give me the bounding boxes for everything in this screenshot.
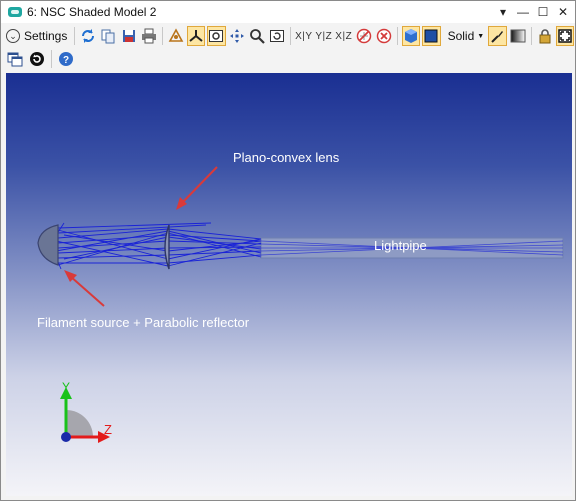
- chevron-down-icon: ▼: [477, 32, 485, 40]
- ray-bundle: [50, 222, 262, 270]
- render-mode-label: Solid: [447, 29, 475, 43]
- cancel-icon: [376, 28, 392, 44]
- close-button[interactable]: ✕: [553, 1, 573, 23]
- zoom-window-button[interactable]: [207, 26, 226, 46]
- clear-detectors-button[interactable]: [375, 26, 393, 46]
- shaded-model-scene: [37, 166, 564, 443]
- minimize-button[interactable]: —: [513, 1, 533, 23]
- copy-icon: [101, 29, 115, 44]
- print-button[interactable]: [140, 26, 158, 46]
- paint-brush-icon: [491, 31, 504, 43]
- chevron-down-icon: ⌄: [6, 29, 20, 43]
- window-layout-button[interactable]: [5, 49, 25, 69]
- pan-icon: [229, 29, 244, 43]
- zoom-window-icon: [209, 30, 224, 42]
- shaded-3d-button[interactable]: [401, 26, 421, 46]
- refresh-button[interactable]: [79, 26, 97, 46]
- save-icon: [122, 30, 135, 42]
- maximize-button[interactable]: ☐: [533, 1, 553, 23]
- help-icon: ?: [59, 52, 73, 66]
- gradient-icon: [510, 29, 526, 43]
- color-tool-button[interactable]: [488, 26, 507, 46]
- rotate-view-icon: [168, 28, 184, 42]
- clear-rays-button[interactable]: [355, 26, 373, 46]
- title-bar: 6: NSC Shaded Model 2 ▾ — ☐ ✕: [1, 1, 575, 23]
- auto-update-icon: [30, 52, 44, 66]
- toolbar-separator: [397, 27, 398, 45]
- no-rays-icon: [356, 28, 372, 44]
- gradient-background-button[interactable]: [509, 26, 527, 46]
- axis-view-button[interactable]: [186, 26, 206, 46]
- cube-icon: [405, 29, 418, 43]
- lock-button[interactable]: [536, 26, 554, 46]
- window-menu-button[interactable]: ▾: [493, 1, 513, 23]
- save-button[interactable]: [120, 26, 138, 46]
- reset-view-button[interactable]: [268, 26, 286, 46]
- fullscreen-icon: [558, 29, 572, 43]
- help-button[interactable]: ?: [56, 49, 76, 69]
- lock-icon: [539, 29, 551, 44]
- rotate-dropdown-button[interactable]: [167, 26, 185, 46]
- settings-button[interactable]: ⌄ Settings: [6, 29, 67, 43]
- window-controls: ▾ — ☐ ✕: [493, 1, 573, 23]
- copy-button[interactable]: [99, 26, 117, 46]
- xy-view-button[interactable]: X|Y: [294, 31, 314, 42]
- axis-triad: [60, 387, 110, 443]
- toolbar-separator: [530, 27, 532, 45]
- toolbar-separator: [161, 27, 163, 45]
- z-axis-label: Z: [104, 422, 112, 437]
- flat-view-button[interactable]: [422, 26, 441, 46]
- magnifier-icon: [249, 29, 265, 44]
- main-toolbar: ⌄ Settings X|Y Y|Z X|Z Solid ▼: [1, 25, 575, 47]
- nsc-shaded-model-window: 6: NSC Shaded Model 2 ▾ — ☐ ✕ ⌄ Settings: [0, 0, 576, 501]
- print-icon: [141, 28, 156, 44]
- annotation-lens: Plano-convex lens: [233, 150, 340, 165]
- zoom-button[interactable]: [248, 26, 266, 46]
- axes-icon: [189, 30, 203, 42]
- xz-view-button[interactable]: X|Z: [334, 31, 354, 42]
- toolbar-separator: [74, 27, 76, 45]
- parabolic-reflector: [37, 224, 59, 266]
- annotation-lightpipe: Lightpipe: [374, 238, 427, 253]
- y-axis-label: Y: [62, 380, 71, 394]
- pan-button[interactable]: [228, 26, 246, 46]
- auto-update-button[interactable]: [27, 49, 47, 69]
- refresh-icon: [82, 29, 95, 43]
- fullscreen-button[interactable]: [555, 26, 575, 46]
- reset-view-icon: [269, 30, 284, 42]
- square-view-icon: [424, 29, 438, 43]
- app-icon: [8, 7, 22, 17]
- settings-label: Settings: [24, 29, 68, 43]
- annotation-source: Filament source + Parabolic reflector: [37, 315, 250, 330]
- window-title: 6: NSC Shaded Model 2: [27, 5, 157, 19]
- render-mode-dropdown[interactable]: Solid ▼: [448, 29, 485, 43]
- yz-view-button[interactable]: Y|Z: [314, 31, 334, 42]
- toolbar-separator: [51, 50, 52, 68]
- window-layout-icon: [7, 52, 23, 67]
- toolbar-separator: [289, 27, 291, 45]
- secondary-toolbar: ?: [1, 48, 575, 70]
- layout-viewport[interactable]: Plano-convex lens Lightpipe Filament sou…: [6, 73, 572, 496]
- svg-text:?: ?: [63, 55, 69, 66]
